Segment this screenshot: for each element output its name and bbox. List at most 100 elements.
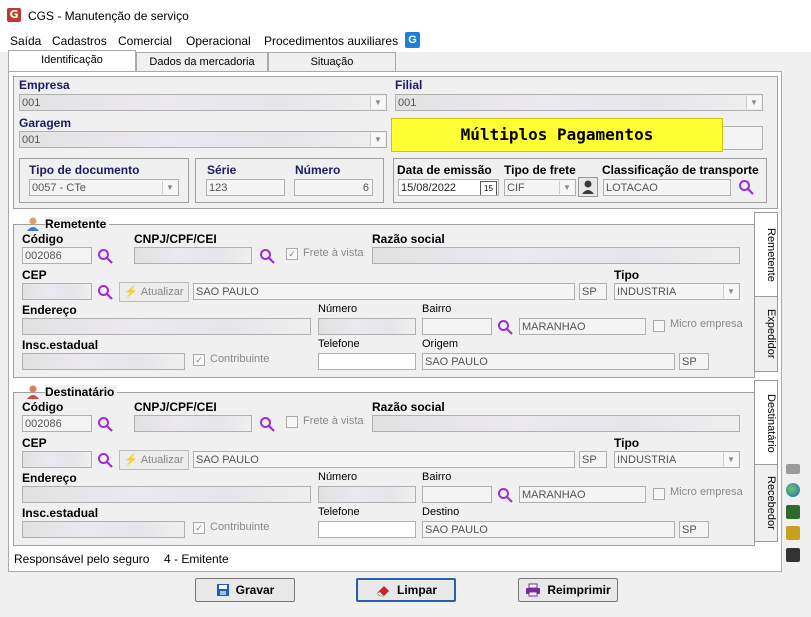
remetente-uf-field[interactable]: SP [579,283,607,300]
classificacao-field[interactable]: LOTACAO [603,179,731,196]
remetente-frete-vista-checkbox[interactable]: ✓ [286,248,298,260]
menu-cadastros[interactable]: Cadastros [52,34,107,48]
eraser-icon [376,586,389,597]
remetente-contribuinte-checkbox[interactable]: ✓ [193,354,205,366]
search-icon[interactable] [497,487,513,503]
empresa-select[interactable]: 001 ▼ [19,94,387,111]
person-button[interactable] [578,177,598,197]
remetente-origem-uf-field[interactable]: SP [679,353,709,370]
classificacao-label: Classificação de transporte [602,163,759,177]
destinatario-frete-vista-checkbox[interactable] [286,416,298,428]
filial-select[interactable]: 001 ▼ [395,94,763,111]
side-tab-expedidor[interactable]: Expedidor [754,296,778,372]
destinatario-numero-field[interactable] [318,486,416,503]
lightning-icon: ⚡ [124,286,138,298]
destinatario-bairro-field[interactable]: MARANHAO [519,486,646,503]
menu-saida[interactable]: Saída [10,34,41,48]
destinatario-bairro-label: Bairro [422,471,452,483]
destinatario-destino-field[interactable]: SAO PAULO [422,521,675,538]
destinatario-razao-field[interactable] [372,415,740,432]
destinatario-bairro-code-field[interactable] [422,486,492,503]
side-tab-recebedor[interactable]: Recebedor [754,464,778,542]
remetente-bairro-label: Bairro [422,303,452,315]
destinatario-uf-field[interactable]: SP [579,451,607,468]
remetente-telefone-field[interactable] [318,353,416,370]
chevron-down-icon: ▼ [162,181,177,194]
remetente-ie-field[interactable] [22,353,185,370]
search-icon[interactable] [97,452,113,468]
menu-operacional[interactable]: Operacional [186,34,251,48]
data-emissao-field[interactable]: 15/08/2022 15 [398,179,499,196]
remetente-endereco-label: Endereço [22,303,77,317]
destinatario-razao-label: Razão social [372,400,445,414]
destinatario-cnpj-field[interactable] [134,415,252,432]
calendar-icon[interactable]: 15 [480,181,497,195]
search-icon[interactable] [97,416,113,432]
numero-label: Número [295,163,341,177]
destinatario-codigo-field[interactable]: 002086 [22,415,92,432]
remetente-origem-field[interactable]: SAO PAULO [422,353,675,370]
cidt-icon[interactable] [786,464,800,474]
destinatario-codigo-label: Código [22,400,64,414]
search-icon[interactable] [497,319,513,335]
tab-identificacao[interactable]: Identificação [8,50,136,73]
remetente-tipo-select[interactable]: INDUSTRIA ▼ [614,283,740,300]
people-icon[interactable] [786,526,800,540]
remetente-razao-field[interactable] [372,247,740,264]
destinatario-endereco-label: Endereço [22,471,77,485]
tipo-frete-select[interactable]: CIF ▼ [504,179,576,196]
numero-field[interactable]: 6 [294,179,373,196]
destinatario-micro-checkbox[interactable] [653,488,665,500]
search-icon[interactable] [97,284,113,300]
destinatario-endereco-field[interactable] [22,486,311,503]
classificacao-search-icon[interactable] [738,179,754,195]
remetente-numero-label: Número [318,303,358,315]
destinatario-contribuinte-checkbox[interactable]: ✓ [193,522,205,534]
remetente-cep-field[interactable] [22,283,92,300]
search-icon[interactable] [97,248,113,264]
destinatario-cep-field[interactable] [22,451,92,468]
remetente-cidade-field[interactable]: SAO PAULO [193,283,575,300]
tab-situacao[interactable]: Situação [268,52,396,72]
remetente-endereco-field[interactable] [22,318,311,335]
serie-field[interactable]: 123 [206,179,285,196]
remetente-frete-vista-label: Frete à vista [303,247,364,259]
user-key-icon[interactable] [786,548,800,562]
search-icon[interactable] [259,248,275,264]
remetente-contribuinte-label: Contribuinte [210,353,270,365]
reimprimir-button[interactable]: Reimprimir [518,578,618,602]
search-icon[interactable] [259,416,275,432]
destinatario-atualizar-button[interactable]: ⚡ Atualizar [119,450,189,470]
side-tab-destinatario[interactable]: Destinatário [754,380,778,466]
destinatario-frete-vista-label: Frete à vista [303,415,364,427]
menu-logo-icon[interactable]: G [405,32,420,48]
remetente-atualizar-button[interactable]: ⚡ Atualizar [119,282,189,302]
hand-icon[interactable] [786,505,800,519]
destinatario-telefone-field[interactable] [318,521,416,538]
garagem-select[interactable]: 001 ▼ [19,131,387,148]
destinatario-telefone-label: Telefone [318,506,360,518]
remetente-origem-label: Origem [422,338,459,350]
chevron-down-icon: ▼ [723,285,738,298]
remetente-codigo-field[interactable]: 002086 [22,247,92,264]
destinatario-cidade-field[interactable]: SAO PAULO [193,451,575,468]
remetente-micro-checkbox[interactable] [653,320,665,332]
destinatario-ie-field[interactable] [22,521,185,538]
remetente-cnpj-field[interactable] [134,247,252,264]
tipo-documento-select[interactable]: 0057 - CTe ▼ [29,179,179,196]
remetente-bairro-field[interactable]: MARANHAO [519,318,646,335]
remetente-micro-label: Micro empresa [670,318,743,330]
side-tab-remetente[interactable]: Remetente [754,212,778,298]
tab-dados-mercadoria[interactable]: Dados da mercadoria [136,52,268,72]
destinatario-destino-uf-field[interactable]: SP [679,521,709,538]
menu-comercial[interactable]: Comercial [118,34,172,48]
limpar-button[interactable]: Limpar [356,578,456,602]
remetente-bairro-code-field[interactable] [422,318,492,335]
remetente-cnpj-label: CNPJ/CPF/CEI [134,232,217,246]
globe-icon[interactable] [786,483,800,497]
menu-procedimentos[interactable]: Procedimentos auxiliares [264,34,398,48]
remetente-numero-field[interactable] [318,318,416,335]
destinatario-tipo-select[interactable]: INDUSTRIA ▼ [614,451,740,468]
gravar-button[interactable]: Gravar [195,578,295,602]
destinatario-ie-label: Insc.estadual [22,506,99,520]
